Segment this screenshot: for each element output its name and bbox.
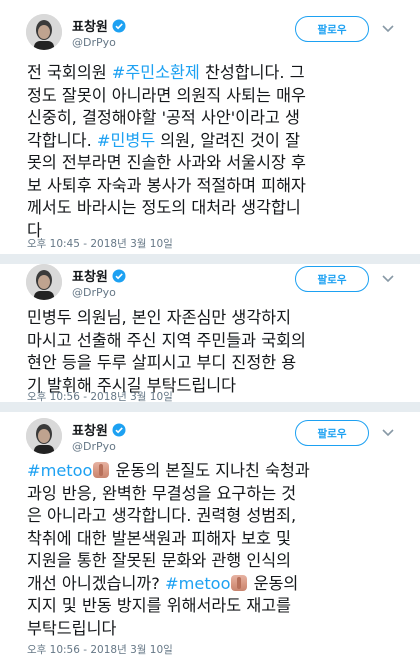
text-segment: 못의 전부라면 진솔한 사과와 서울시장 후 xyxy=(27,153,306,172)
avatar[interactable] xyxy=(26,264,62,300)
text-segment: 보 사퇴후 자숙과 봉사가 적절하며 피해자 xyxy=(27,175,306,195)
text-segment: 민병두 의원님, 본인 자존심만 생각하지 xyxy=(27,308,292,327)
tweet-text-line: 각합니다. #민병두 의원, 알려진 것이 잘 xyxy=(27,130,397,153)
tweet-text-line: 개선 아니겠습니까? #metoo 운동의 xyxy=(27,573,397,596)
follow-button[interactable]: 팔로우 xyxy=(295,266,369,292)
verified-icon xyxy=(112,19,126,32)
tweet-text-line: 정도 잘못이 아니라면 의원직 사퇴는 매우 xyxy=(27,85,397,108)
tweet-text-line: 과잉 반응, 완벽한 무결성을 요구하는 것 xyxy=(27,483,397,506)
text-segment: 운동의 xyxy=(248,573,299,593)
text-segment: 운동의 본질도 지나친 숙청과 xyxy=(110,461,310,480)
verified-icon xyxy=(112,269,126,282)
tweet-2: 표창원 @DrPyo 팔로우 민병두 의원님, 본인 자존심만 생각하지마시고 … xyxy=(0,264,420,403)
text-segment: 신중히, 결정해야할 '공적 사안'이라고 생 xyxy=(27,108,300,127)
hashtag-link[interactable]: #민병두 xyxy=(97,131,155,150)
follow-button[interactable]: 팔로우 xyxy=(295,420,369,446)
tweet-text: #metoo 운동의 본질도 지나친 숙청과 과잉 반응, 완벽한 무결성을 요구… xyxy=(27,460,397,640)
user-handle[interactable]: @DrPyo xyxy=(72,286,116,299)
text-segment: 각합니다. xyxy=(27,130,97,150)
text-segment: 께서도 바라시는 정도의 대처라 생각합니 xyxy=(27,198,301,217)
follow-button[interactable]: 팔로우 xyxy=(295,16,369,42)
hashtag-link[interactable]: #metoo xyxy=(165,574,230,593)
tweet-timestamp[interactable]: 오후 10:45 - 2018년 3월 10일 xyxy=(27,236,173,251)
text-segment: 착취에 대한 발본색원과 피해자 보호 및 xyxy=(27,528,292,548)
tweet-text-line: 께서도 바라시는 정도의 대처라 생각합니 xyxy=(27,197,397,220)
tweet-text-line: 신중히, 결정해야할 '공적 사안'이라고 생 xyxy=(27,107,397,130)
verified-icon xyxy=(112,423,126,436)
raised-hand-emoji-icon xyxy=(93,462,110,478)
display-name[interactable]: 표창원 xyxy=(72,266,126,285)
tweet-text-line: 은 아니라고 생각합니다. 권력형 성범죄, xyxy=(27,505,397,528)
tweet-text-line: 지원을 통한 잘못된 문화와 관행 인식의 xyxy=(27,550,397,573)
display-name[interactable]: 표창원 xyxy=(72,16,126,35)
display-name[interactable]: 표창원 xyxy=(72,420,126,439)
tweet-text-line: 전 국회의원 #주민소환제 찬성합니다. 그 xyxy=(27,62,397,85)
text-segment: 현안 등을 두루 살피시고 부디 진정한 용 xyxy=(27,353,297,372)
tweet-text-line: 부탁드립니다 xyxy=(27,618,397,641)
text-segment: 은 아니라고 생각합니다. 권력형 성범죄, xyxy=(27,506,297,525)
avatar[interactable] xyxy=(26,418,62,454)
hashtag-link[interactable]: #주민소환제 xyxy=(112,63,200,82)
tweet-text: 전 국회의원 #주민소환제 찬성합니다. 그 정도 잘못이 아니라면 의원직 사퇴… xyxy=(27,62,397,242)
tweet-text-line: #metoo 운동의 본질도 지나친 숙청과 xyxy=(27,460,397,483)
chevron-down-icon[interactable] xyxy=(382,429,394,437)
text-segment: 지지 및 반동 방지를 위해서라도 재고를 xyxy=(27,596,292,615)
text-segment: 과잉 반응, 완벽한 무결성을 요구하는 것 xyxy=(27,483,297,503)
text-segment: 마시고 선출해 주신 지역 주민들과 국회의 xyxy=(27,330,306,350)
tweet-text-line: 보 사퇴후 자숙과 봉사가 적절하며 피해자 xyxy=(27,175,397,198)
text-segment: 의원, 알려진 것이 잘 xyxy=(155,130,300,150)
user-handle[interactable]: @DrPyo xyxy=(72,36,116,49)
chevron-down-icon[interactable] xyxy=(382,275,394,283)
hashtag-link[interactable]: #metoo xyxy=(27,461,92,480)
divider xyxy=(0,254,420,264)
tweet-text-line: 착취에 대한 발본색원과 피해자 보호 및 xyxy=(27,528,397,551)
tweet-1: 표창원 @DrPyo 팔로우 전 국회의원 #주민소환제 찬성합니다. 그 정도 … xyxy=(0,0,420,254)
tweet-text-line: 마시고 선출해 주신 지역 주민들과 국회의 xyxy=(27,330,397,353)
chevron-down-icon[interactable] xyxy=(382,25,394,33)
avatar[interactable] xyxy=(26,14,62,50)
tweet-3: 표창원 @DrPyo 팔로우 #metoo 운동의 본질도 지나친 숙청과 과잉 … xyxy=(0,412,420,660)
text-segment: 정도 잘못이 아니라면 의원직 사퇴는 매우 xyxy=(27,85,306,105)
text-segment: 개선 아니겠습니까? xyxy=(27,573,166,593)
tweet-text-line: 민병두 의원님, 본인 자존심만 생각하지 xyxy=(27,307,397,330)
tweet-text-line: 못의 전부라면 진솔한 사과와 서울시장 후 xyxy=(27,152,397,175)
tweet-text-line: 지지 및 반동 방지를 위해서라도 재고를 xyxy=(27,595,397,618)
tweet-text-line: 현안 등을 두루 살피시고 부디 진정한 용 xyxy=(27,352,397,375)
user-handle[interactable]: @DrPyo xyxy=(72,440,116,453)
tweet-timestamp[interactable]: 오후 10:56 - 2018년 3월 10일 xyxy=(27,642,173,657)
text-segment: 부탁드립니다 xyxy=(27,618,117,638)
text-segment: 찬성합니다. 그 xyxy=(199,63,305,82)
divider xyxy=(0,402,420,412)
text-segment: 전 국회의원 xyxy=(27,63,112,82)
text-segment: 지원을 통한 잘못된 문화와 관행 인식의 xyxy=(27,551,292,570)
raised-hand-emoji-icon xyxy=(231,574,248,591)
tweet-text: 민병두 의원님, 본인 자존심만 생각하지마시고 선출해 주신 지역 주민들과 … xyxy=(27,307,397,397)
